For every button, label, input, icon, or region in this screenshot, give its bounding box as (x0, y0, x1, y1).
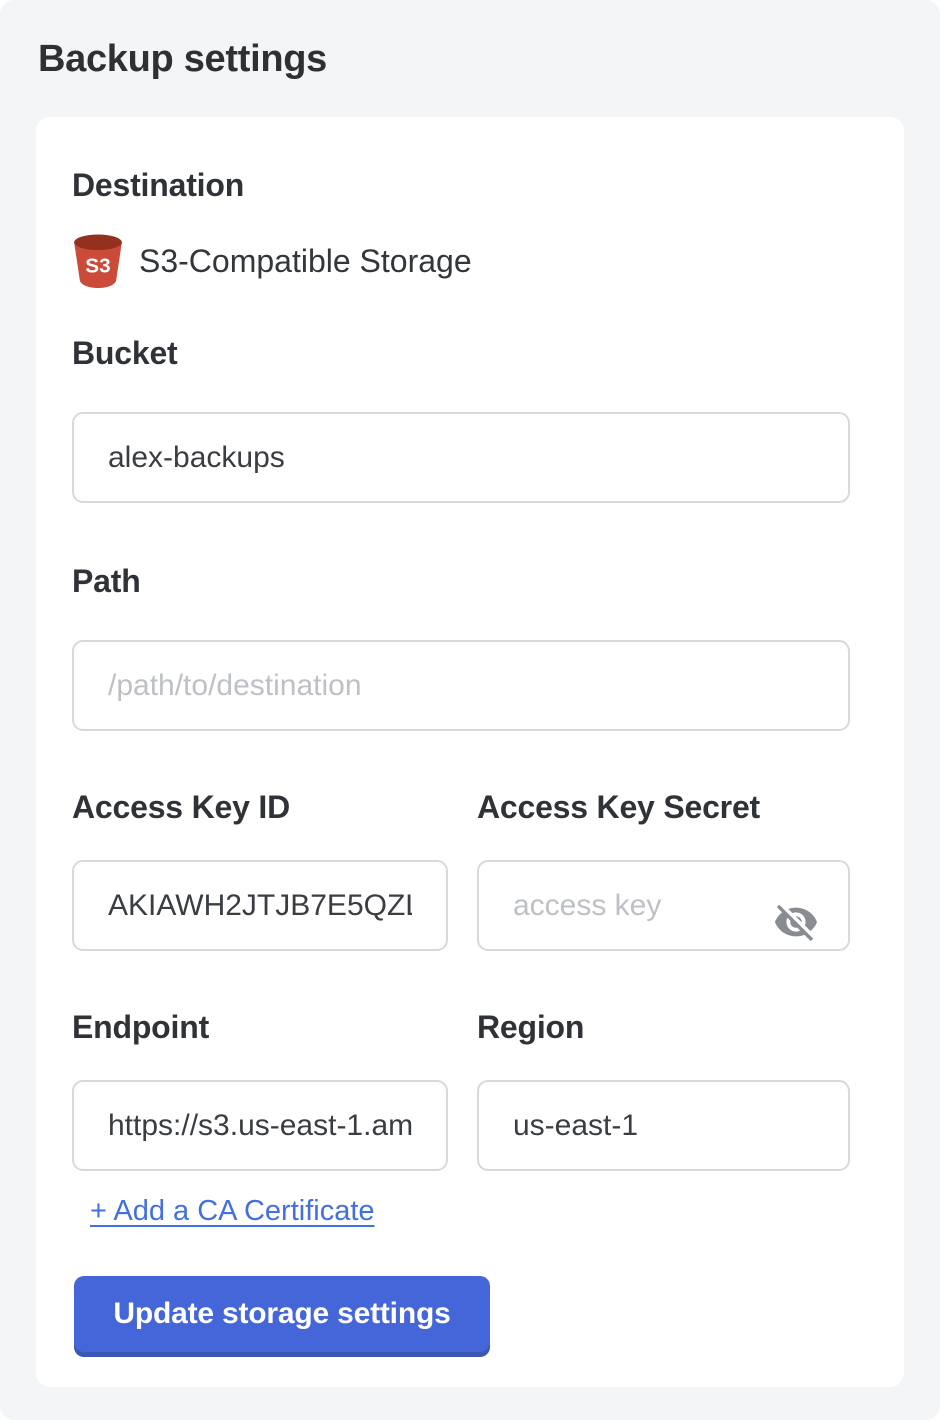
access-key-secret-label: Access Key Secret (477, 787, 850, 827)
page-title: Backup settings (38, 38, 940, 81)
update-storage-settings-button[interactable]: Update storage settings (74, 1276, 490, 1352)
add-ca-certificate-link[interactable]: + Add a CA Certificate (90, 1195, 375, 1228)
access-key-id-input[interactable] (72, 860, 448, 951)
endpoint-input[interactable] (72, 1080, 448, 1171)
bucket-input[interactable] (72, 412, 850, 503)
region-label: Region (477, 1007, 850, 1047)
endpoint-label: Endpoint (72, 1007, 448, 1047)
path-label: Path (72, 561, 850, 601)
path-input[interactable] (72, 640, 850, 731)
destination-label: Destination (72, 165, 850, 205)
backup-settings-card: Destination S3 S3-Compatible Storage Buc… (36, 117, 904, 1387)
s3-bucket-icon: S3 (72, 234, 124, 288)
bucket-label: Bucket (72, 333, 850, 373)
destination-value: S3-Compatible Storage (139, 243, 472, 280)
toggle-secret-visibility-button[interactable] (770, 896, 822, 948)
access-key-id-label: Access Key ID (72, 787, 448, 827)
region-input[interactable] (477, 1080, 850, 1171)
backup-settings-page: Backup settings Destination S3 S3-Compat… (0, 0, 940, 1420)
svg-text:S3: S3 (85, 254, 110, 277)
eye-off-icon (773, 899, 819, 945)
destination-value-row: S3 S3-Compatible Storage (72, 233, 850, 289)
